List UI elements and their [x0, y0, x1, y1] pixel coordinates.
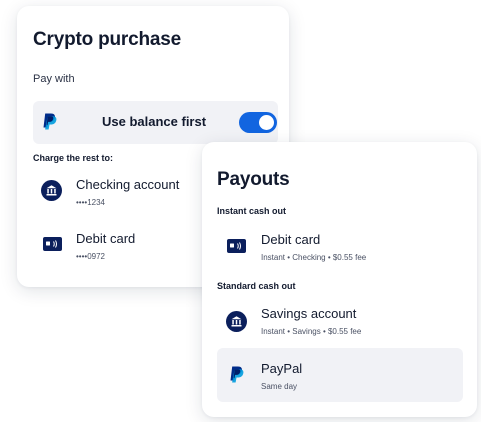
debit-card-icon	[43, 237, 62, 256]
use-balance-row[interactable]: Use balance first	[33, 101, 278, 144]
payout-title: PayPal	[261, 361, 303, 376]
instant-cash-out-label: Instant cash out	[217, 206, 287, 216]
payment-method-title: Checking account	[76, 177, 180, 192]
payout-sub: Instant • Checking • $0.55 fee	[261, 253, 367, 262]
toggle-knob	[259, 115, 274, 130]
standard-cash-out-label: Standard cash out	[217, 281, 296, 291]
bank-icon	[226, 311, 247, 337]
payout-sub: Same day	[261, 382, 298, 391]
payout-sub: Instant • Savings • $0.55 fee	[261, 327, 362, 336]
charge-rest-label: Charge the rest to:	[33, 153, 114, 163]
payment-method-title: Debit card	[76, 231, 136, 246]
crypto-purchase-title: Crypto purchase	[33, 29, 181, 50]
debit-card-icon	[227, 239, 246, 258]
payout-paypal[interactable]: PayPal Same day	[217, 348, 463, 402]
use-balance-toggle[interactable]	[239, 112, 277, 133]
payouts-title: Payouts	[217, 169, 290, 190]
payout-debit-card[interactable]: Debit card Instant • Checking • $0.55 fe…	[217, 226, 463, 266]
payout-title: Savings account	[261, 306, 357, 321]
payouts-card: Payouts Instant cash out Debit card Inst…	[202, 142, 477, 417]
paypal-icon	[43, 113, 57, 135]
pay-with-label: Pay with	[33, 73, 75, 85]
payout-savings-account[interactable]: Savings account Instant • Savings • $0.5…	[217, 302, 463, 342]
payment-method-sub: ••••1234	[76, 198, 105, 207]
bank-icon	[41, 180, 62, 206]
paypal-icon	[230, 366, 244, 388]
use-balance-label: Use balance first	[102, 114, 207, 129]
payment-method-sub: ••••0972	[76, 252, 105, 261]
payout-title: Debit card	[261, 232, 321, 247]
